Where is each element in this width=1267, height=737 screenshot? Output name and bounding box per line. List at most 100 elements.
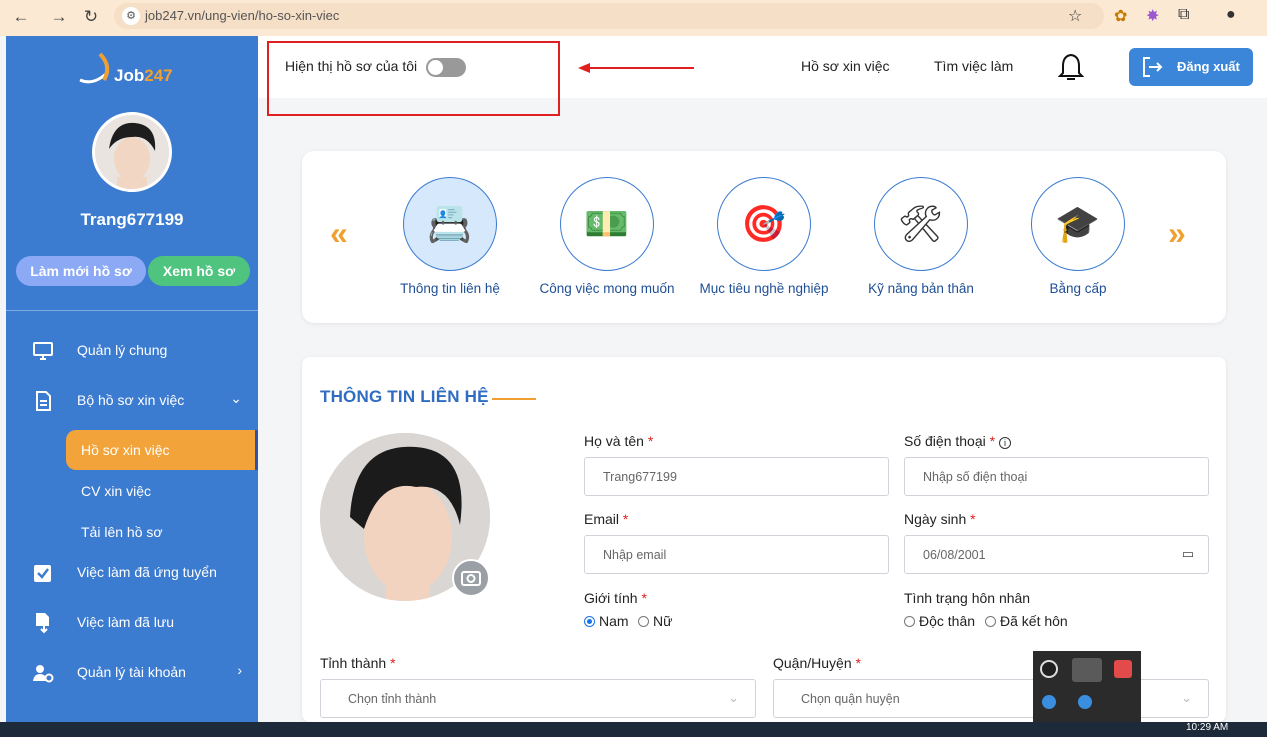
sidebar-subitem-resume[interactable]: Hồ sơ xin việc: [66, 430, 258, 470]
logo-text: Job: [114, 66, 145, 85]
step-skills[interactable]: 🛠 Kỹ năng bản thân: [841, 175, 1001, 305]
logout-icon: [1143, 57, 1163, 77]
chevron-down-icon: ⌄: [728, 690, 739, 705]
step-degrees[interactable]: 🎓 Bằng cấp: [998, 175, 1158, 305]
dob-label: Ngày sinh *: [904, 511, 976, 527]
extension-puzzle-icon[interactable]: ✸: [1146, 6, 1159, 26]
sidebar-divider: [6, 310, 258, 311]
url-text: job247.vn/ung-vien/ho-so-xin-viec: [145, 8, 340, 23]
profile-steps: « » 📇 Thông tin liên hệ 💵 Công việc mong…: [302, 151, 1226, 323]
sidebar-item-resume-set[interactable]: Bộ hồ sơ xin việc ⌄: [6, 380, 258, 420]
district-label: Quận/Huyện *: [773, 655, 861, 671]
chevron-right-icon: ›: [237, 662, 242, 678]
graduation-cap-icon: 🎓: [1055, 203, 1100, 244]
dob-field[interactable]: 06/08/2001 ▭: [904, 535, 1209, 574]
profile-icon[interactable]: ●: [1226, 6, 1236, 24]
info-icon: i: [998, 437, 1011, 449]
email-label: Email *: [584, 511, 629, 527]
steps-prev-icon[interactable]: «: [330, 215, 348, 252]
network-icon[interactable]: [1078, 695, 1092, 709]
sidebar-item-label: Việc làm đã lưu: [77, 614, 175, 630]
highlight-box: [267, 41, 560, 116]
section-title-underline: [492, 398, 536, 400]
forward-icon[interactable]: →: [48, 6, 70, 28]
shield-icon[interactable]: [1040, 660, 1058, 678]
fullname-field[interactable]: Trang677199: [584, 457, 889, 496]
province-label: Tỉnh thành *: [320, 655, 396, 671]
sidebar-item-label: Quản lý tài khoản: [77, 664, 186, 680]
fullname-label: Họ và tên *: [584, 433, 654, 449]
reload-icon[interactable]: ↻: [80, 6, 102, 28]
site-settings-icon[interactable]: ⚙: [122, 7, 140, 25]
sidebar-subitem-label: Hồ sơ xin việc: [81, 442, 170, 458]
marital-single-radio[interactable]: Độc thân: [904, 613, 975, 629]
logo[interactable]: Job247: [74, 50, 194, 90]
logo-text-accent: 247: [144, 66, 173, 85]
province-select[interactable]: Chọn tỉnh thành ⌄: [320, 679, 756, 718]
calendar-icon[interactable]: ▭: [1182, 546, 1194, 562]
sidebar-item-saved-jobs[interactable]: Việc làm đã lưu: [6, 602, 258, 642]
steps-next-icon[interactable]: »: [1168, 215, 1186, 252]
step-label: Bằng cấp: [1049, 281, 1107, 296]
target-icon: 🎯: [741, 203, 786, 244]
file-download-icon: [36, 613, 49, 634]
sidebar-subitem-cv[interactable]: CV xin việc: [66, 471, 258, 511]
sidebar-subitem-upload[interactable]: Tải lên hồ sơ: [66, 512, 258, 552]
email-field[interactable]: Nhập email: [584, 535, 889, 574]
section-title: THÔNG TIN LIÊN HỆ: [320, 387, 489, 406]
chevron-down-icon: ⌄: [230, 390, 242, 406]
tools-icon: 🛠: [897, 203, 944, 244]
view-profile-button[interactable]: Xem hồ sơ: [148, 256, 250, 286]
network-icon[interactable]: [1042, 695, 1056, 709]
marital-married-radio[interactable]: Đã kết hôn: [985, 613, 1068, 629]
step-desired-job[interactable]: 💵 Công việc mong muốn: [527, 175, 687, 305]
monitor-icon: [33, 342, 53, 360]
address-bar[interactable]: ⚙ job247.vn/ung-vien/ho-so-xin-viec: [114, 3, 1104, 29]
user-settings-icon: [33, 665, 54, 683]
district-select[interactable]: Chọn quận huyện ⌄: [773, 679, 1209, 718]
phone-field[interactable]: Nhập số điện thoại: [904, 457, 1209, 496]
sidebar-subitem-label: Tải lên hồ sơ: [81, 524, 163, 540]
camera-icon[interactable]: [452, 559, 490, 597]
logout-label: Đăng xuất: [1177, 59, 1240, 74]
back-icon[interactable]: ←: [10, 6, 32, 28]
avatar[interactable]: [92, 112, 172, 192]
sidebar-subitem-label: CV xin việc: [81, 483, 152, 499]
gender-label: Giới tính *: [584, 590, 647, 606]
taskbar-clock: 10:29 AM: [1186, 722, 1229, 733]
sidebar-item-general[interactable]: Quản lý chung: [6, 330, 258, 370]
phone-label: Số điện thoại * i: [904, 433, 1011, 449]
gender-male-radio[interactable]: Nam: [584, 613, 629, 629]
extensions-menu-icon[interactable]: ⧉: [1178, 6, 1189, 24]
pen-icon[interactable]: [1072, 658, 1102, 682]
bell-icon[interactable]: [1058, 52, 1084, 82]
avatar-face-icon: [95, 115, 169, 189]
sidebar-item-applied-jobs[interactable]: Việc làm đã ứng tuyển: [6, 552, 258, 592]
contact-icon: 📇: [427, 203, 472, 244]
username: Trang677199: [80, 210, 184, 229]
refresh-profile-button[interactable]: Làm mới hồ sơ: [16, 256, 146, 286]
system-tray-popup: [1033, 651, 1141, 723]
os-taskbar: [0, 722, 1267, 737]
bookmark-star-icon[interactable]: ☆: [1068, 6, 1082, 26]
gender-female-radio[interactable]: Nữ: [638, 613, 672, 629]
step-contact-info[interactable]: 📇 Thông tin liên hệ: [370, 175, 530, 305]
checkbox-icon: [34, 565, 51, 582]
annotation-arrow-icon: [578, 63, 694, 73]
sidebar-item-account[interactable]: Quản lý tài khoản ›: [6, 652, 258, 692]
document-icon: [36, 391, 51, 411]
marital-label: Tình trạng hôn nhân: [904, 590, 1031, 606]
sidebar-item-label: Bộ hồ sơ xin việc: [77, 392, 185, 408]
chevron-down-icon: ⌄: [1181, 690, 1192, 705]
extension-icon[interactable]: ✿: [1114, 6, 1127, 26]
nav-link-resume[interactable]: Hồ sơ xin việc: [801, 58, 890, 74]
app-v-icon[interactable]: [1114, 660, 1132, 678]
logout-button[interactable]: Đăng xuất: [1129, 48, 1253, 86]
money-icon: 💵: [584, 203, 629, 244]
nav-link-find-jobs[interactable]: Tìm việc làm: [934, 58, 1013, 74]
step-career-goal[interactable]: 🎯 Mục tiêu nghề nghiệp: [684, 175, 844, 305]
sidebar: Job247 Trang677199 Làm mới hồ sơ Xem hồ …: [6, 36, 258, 722]
sidebar-item-label: Quản lý chung: [77, 342, 168, 358]
sidebar-item-label: Việc làm đã ứng tuyển: [77, 564, 217, 580]
browser-toolbar: ← → ↻ ⚙ job247.vn/ung-vien/ho-so-xin-vie…: [0, 0, 1267, 36]
